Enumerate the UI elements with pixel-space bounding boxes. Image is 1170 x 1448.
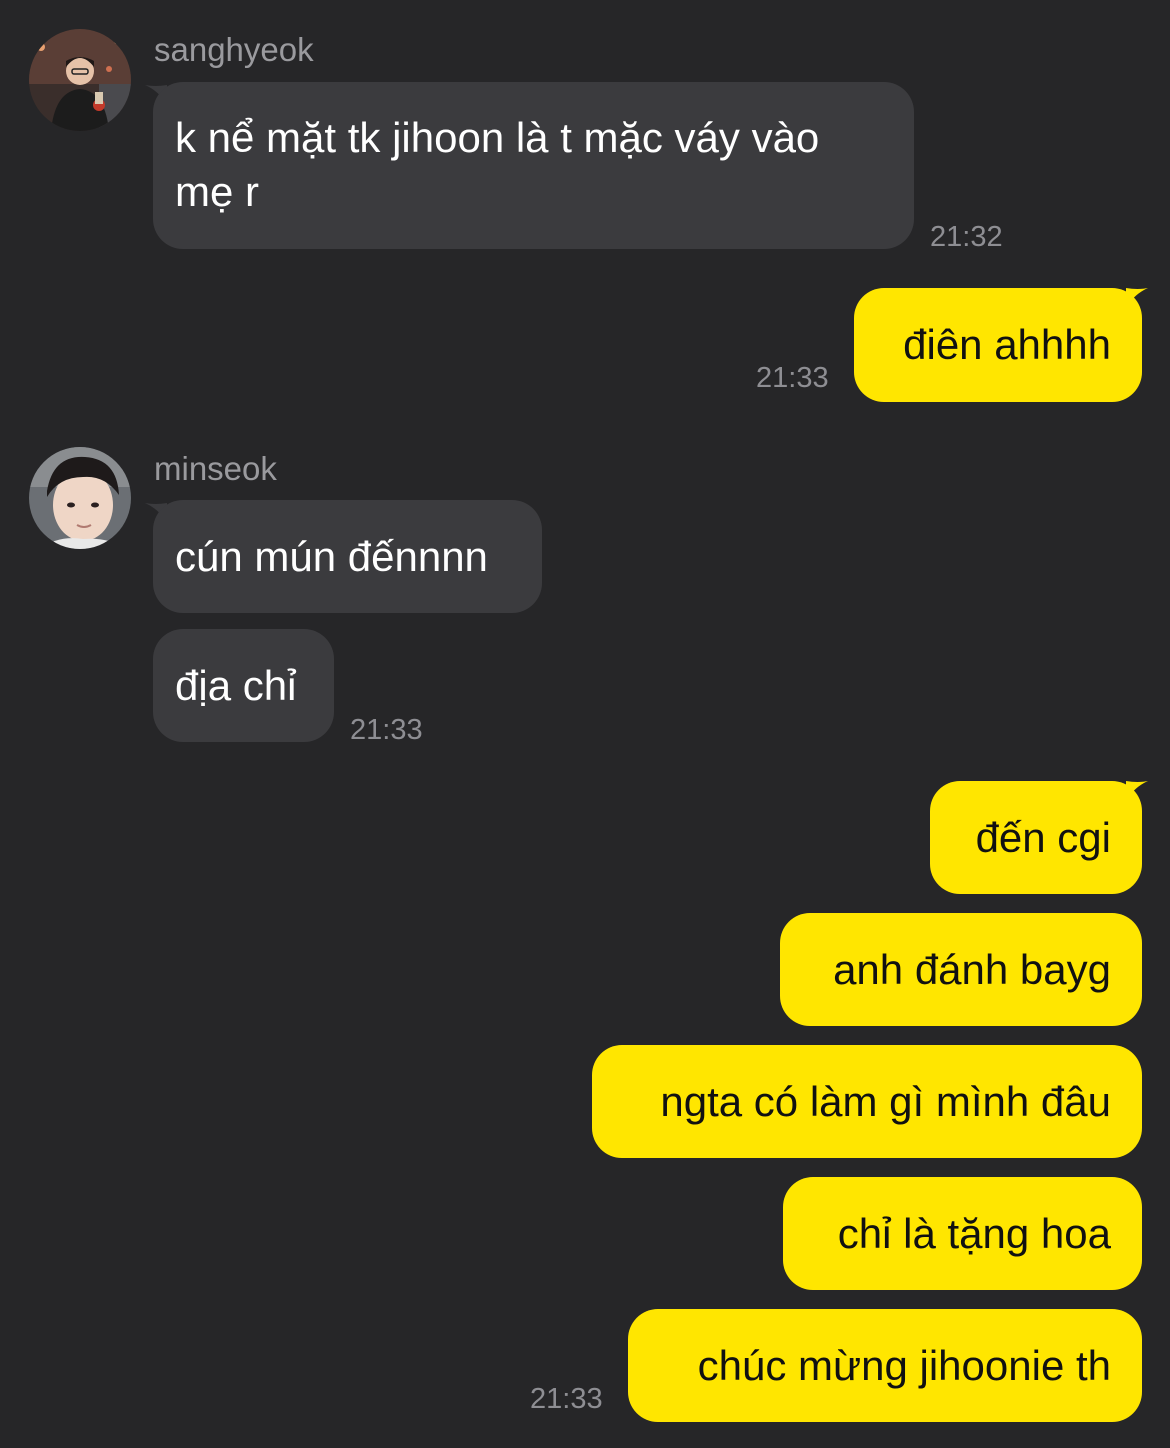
message-text: địa chỉ <box>175 661 297 709</box>
outgoing-message-bubble[interactable]: anh đánh bayg <box>780 913 1142 1026</box>
message-text: điên ahhhh <box>903 321 1111 368</box>
message-text: ngta có làm gì mình đâu <box>660 1077 1111 1125</box>
message-text: chúc mừng jihoonie th <box>697 1341 1111 1389</box>
outgoing-message-bubble[interactable]: chúc mừng jihoonie th <box>628 1309 1142 1422</box>
incoming-message-bubble[interactable]: địa chỉ <box>153 629 334 742</box>
message-timestamp: 21:33 <box>756 362 829 394</box>
message-text: chỉ là tặng hoa <box>837 1209 1111 1257</box>
sanghyeok-avatar[interactable] <box>29 29 131 131</box>
sender-name-sanghyeok: sanghyeok <box>154 31 314 68</box>
message-text: đến cgi <box>975 813 1111 861</box>
incoming-message-bubble[interactable]: k nể mặt tk jihoon là t mặc váy vào mẹ r <box>153 82 914 249</box>
message-timestamp: 21:33 <box>530 1383 603 1415</box>
avatar-photo-icon <box>29 29 131 131</box>
avatar-photo-icon <box>29 447 131 549</box>
sender-name-minseok: minseok <box>154 450 277 487</box>
outgoing-message-bubble[interactable]: ngta có làm gì mình đâu <box>592 1045 1142 1158</box>
message-text: k nể mặt tk jihoon là t mặc váy vào mẹ r <box>175 114 820 215</box>
incoming-message-bubble[interactable]: cún mún đếnnnn <box>153 500 542 613</box>
minseok-avatar[interactable] <box>29 447 131 549</box>
outgoing-message-bubble[interactable]: đến cgi <box>930 781 1142 894</box>
message-timestamp: 21:32 <box>930 221 1003 253</box>
message-text: cún mún đếnnnn <box>175 532 488 580</box>
outgoing-message-bubble[interactable]: điên ahhhh <box>854 288 1142 402</box>
message-text: anh đánh bayg <box>833 945 1111 993</box>
outgoing-message-bubble[interactable]: chỉ là tặng hoa <box>783 1177 1142 1290</box>
message-timestamp: 21:33 <box>350 714 423 746</box>
